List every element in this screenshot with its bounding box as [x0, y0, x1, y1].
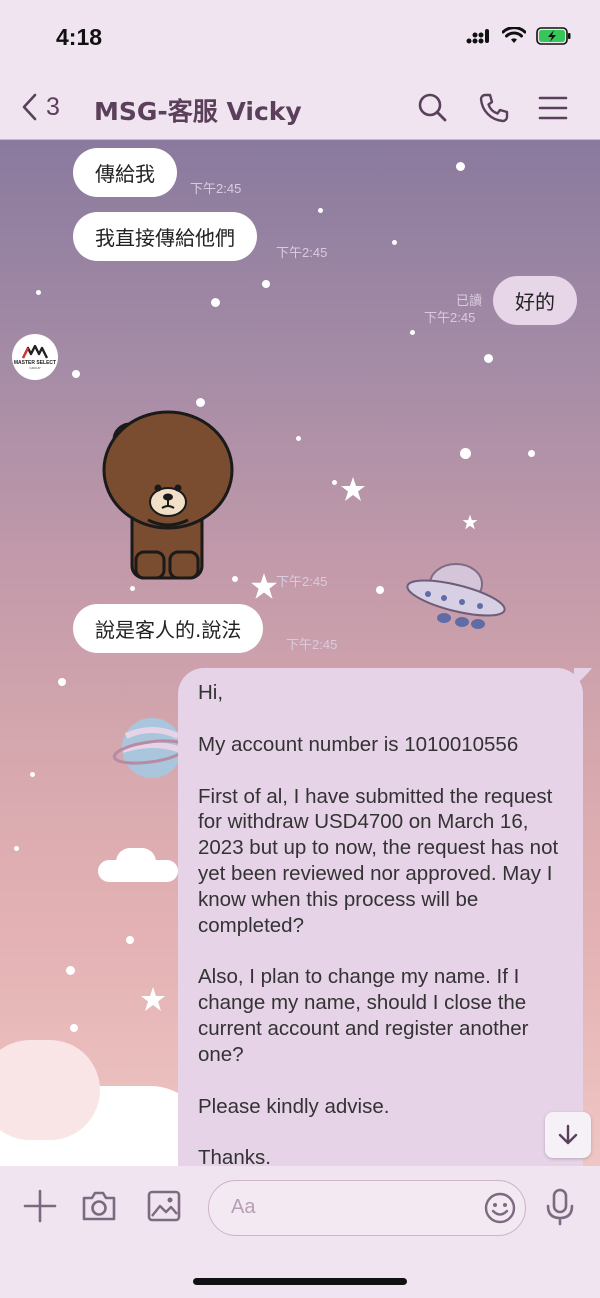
star-decoration: [528, 450, 535, 457]
star-decoration: [262, 280, 270, 288]
star-decoration: [484, 354, 493, 363]
message-paragraph: Also, I plan to change my name. If I cha…: [198, 965, 529, 1066]
emoji-icon[interactable]: [483, 1191, 517, 1225]
menu-icon[interactable]: [535, 90, 571, 126]
message-paragraph: Thanks.: [198, 1146, 271, 1166]
star-decoration: [14, 846, 19, 851]
star-shape-decoration: [251, 573, 277, 599]
star-decoration: [58, 678, 66, 686]
clock: 4:18: [56, 24, 103, 50]
avatar[interactable]: MASTER SELECT GROUP: [12, 334, 58, 380]
chevron-left-icon: [22, 93, 37, 121]
incoming-message[interactable]: 傳給我: [73, 148, 177, 197]
star-decoration: [70, 1024, 78, 1032]
search-icon[interactable]: [414, 90, 450, 126]
star-decoration: [66, 966, 75, 975]
star-decoration: [30, 772, 35, 777]
star-decoration: [296, 436, 301, 441]
message-timestamp: 下午2:45: [424, 310, 476, 325]
battery-charging-icon: [536, 27, 571, 45]
bubble-tail: [574, 668, 592, 686]
phone-icon[interactable]: [476, 90, 512, 126]
star-shape-decoration: [341, 477, 365, 501]
microphone-icon[interactable]: [544, 1188, 576, 1226]
cloud-decoration: [0, 1040, 100, 1140]
star-decoration: [376, 586, 384, 594]
plus-icon[interactable]: [22, 1188, 58, 1224]
star-decoration: [130, 586, 135, 591]
star-shape-decoration: [141, 987, 165, 1011]
ufo-decoration: [406, 563, 506, 629]
star-decoration: [456, 162, 465, 171]
star-decoration: [126, 936, 134, 944]
chat-header: 3 MSG-客服 Vicky: [0, 76, 600, 140]
message-timestamp: 下午2:45: [190, 181, 242, 196]
brown-bear-sticker[interactable]: [96, 402, 242, 582]
star-shape-decoration: [462, 514, 478, 530]
star-decoration: [392, 240, 397, 245]
brand-logo-icon: [22, 344, 48, 359]
message-timestamp: 下午2:45: [286, 637, 338, 652]
status-icons: [466, 26, 572, 46]
star-decoration: [36, 290, 41, 295]
message-paragraph: Please kindly advise.: [198, 1094, 390, 1118]
star-decoration: [318, 208, 323, 213]
outgoing-message-long[interactable]: Hi, My account number is 1010010556 Firs…: [178, 668, 583, 1166]
message-paragraph: First of al, I have submitted the reques…: [198, 784, 559, 937]
message-input[interactable]: Aa: [208, 1180, 526, 1236]
incoming-message[interactable]: 我直接傳給他們: [73, 212, 257, 261]
camera-icon[interactable]: [80, 1188, 118, 1224]
star-decoration: [410, 330, 415, 335]
composer-bar: Aa: [0, 1166, 600, 1298]
wifi-icon: [502, 27, 526, 43]
chat-area[interactable]: 傳給我 下午2:45 我直接傳給他們 下午2:45 已讀 下午2:45 好的 M…: [0, 140, 600, 1166]
message-paragraph: Hi,: [198, 681, 224, 704]
cloud-decoration: [116, 848, 156, 876]
chat-title: MSG-客服 Vicky: [94, 97, 302, 126]
message-paragraph: My account number is 1010010556: [198, 732, 519, 756]
back-button[interactable]: 3: [20, 92, 60, 122]
message-timestamp: 下午2:45: [276, 574, 328, 589]
star-decoration: [460, 448, 471, 459]
signal-icon: [466, 29, 489, 44]
star-decoration: [72, 370, 80, 378]
star-decoration: [211, 298, 220, 307]
home-indicator: [193, 1278, 407, 1285]
planet-decoration: [112, 718, 184, 778]
image-icon[interactable]: [146, 1188, 182, 1224]
message-timestamp: 下午2:45: [276, 245, 328, 260]
arrow-down-icon: [558, 1124, 578, 1145]
star-decoration: [332, 480, 337, 485]
unread-count: 3: [46, 92, 60, 121]
scroll-to-bottom-button[interactable]: [545, 1112, 591, 1158]
incoming-message[interactable]: 說是客人的.說法: [73, 604, 264, 653]
status-bar: 4:18: [0, 0, 600, 76]
outgoing-message[interactable]: 好的: [493, 276, 577, 325]
message-input-placeholder: Aa: [231, 1196, 256, 1218]
brand-subtitle: GROUP: [29, 365, 41, 370]
